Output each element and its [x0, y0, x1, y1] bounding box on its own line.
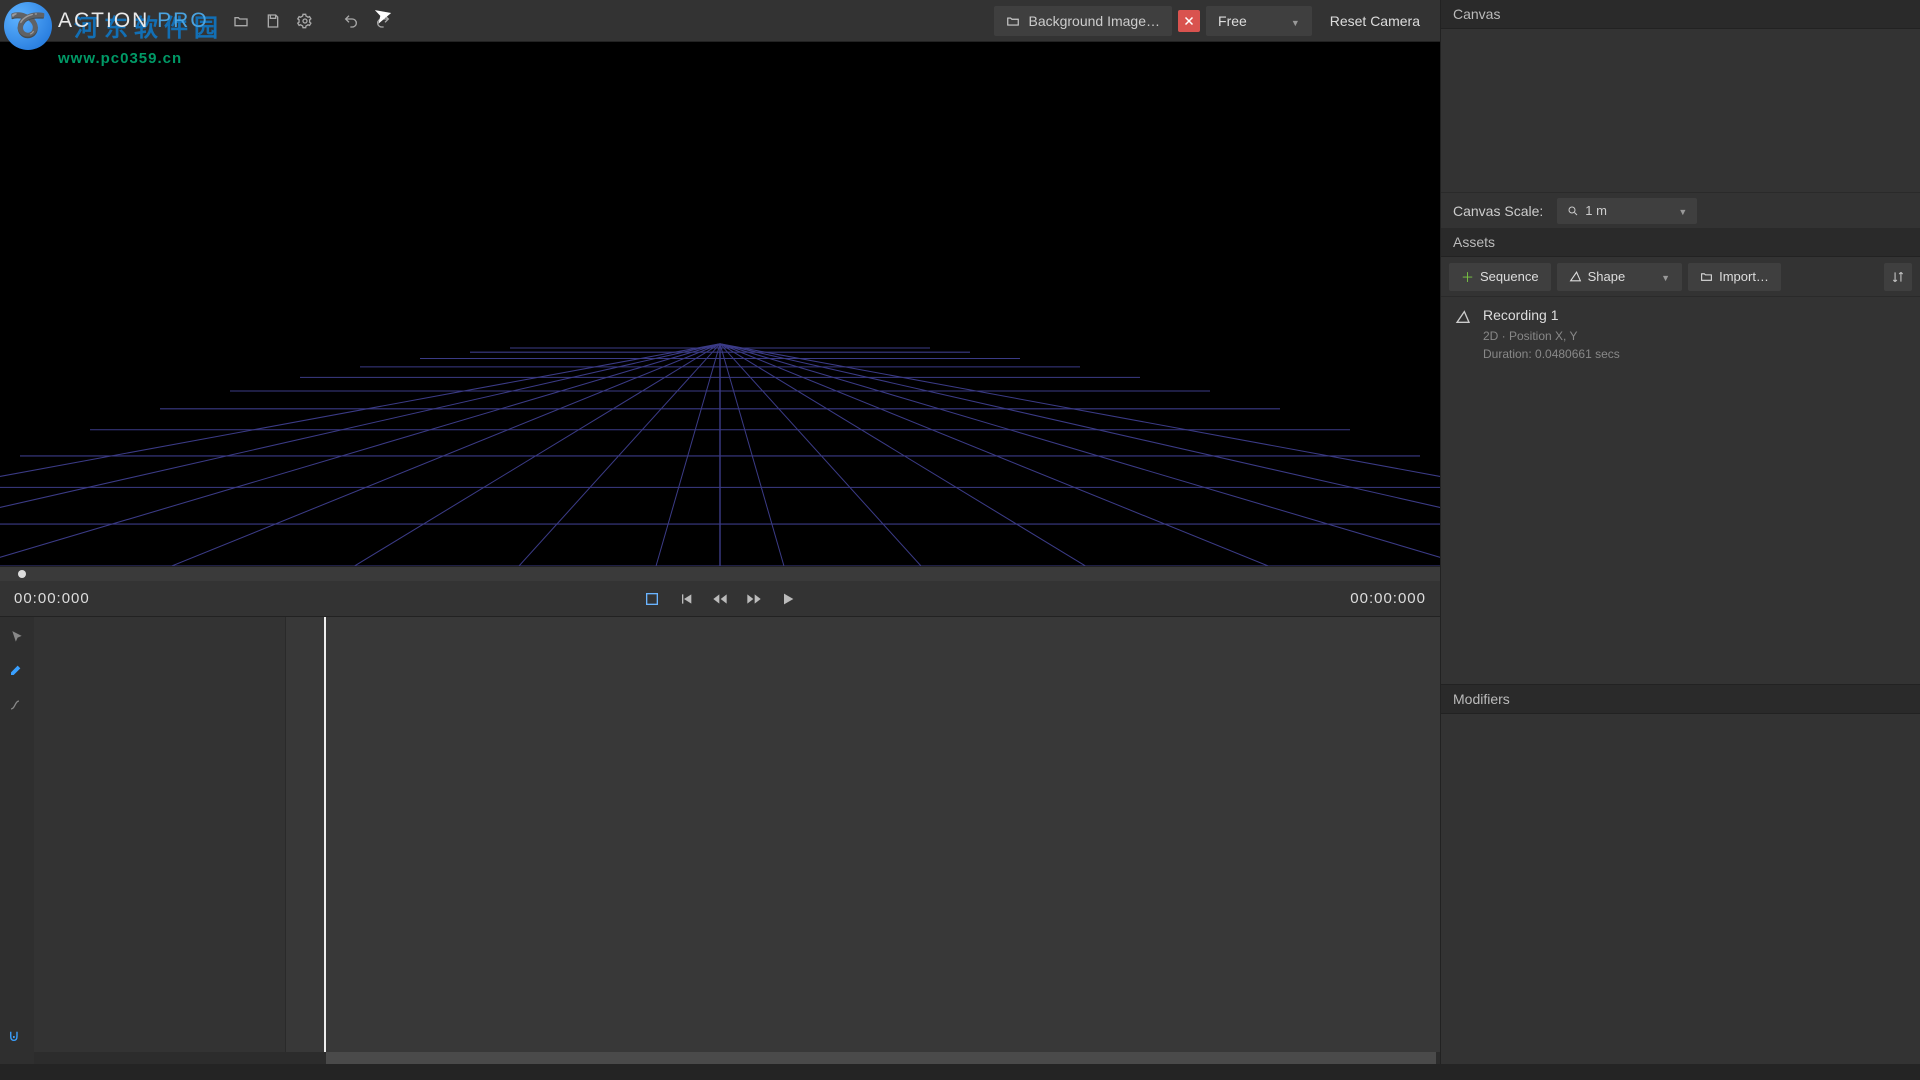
asset-name: Recording 1: [1483, 307, 1620, 323]
grid-floor-icon: [0, 42, 1440, 566]
search-icon: [1567, 205, 1579, 217]
timeline-body[interactable]: [34, 617, 1440, 1064]
recording-icon: [1455, 307, 1473, 363]
chevron-down-icon: [1657, 269, 1670, 284]
go-to-start-button[interactable]: [676, 589, 696, 609]
canvas-scale-dropdown[interactable]: 1 m: [1557, 198, 1697, 224]
chevron-down-icon: [1287, 13, 1300, 29]
modifiers-panel: Modifiers: [1441, 684, 1920, 1064]
open-button[interactable]: [227, 7, 255, 35]
canvas-panel: Canvas Canvas Scale: 1 m: [1441, 0, 1920, 228]
logo-badge-icon: ➰: [4, 2, 52, 50]
app-name: ACTION: [58, 9, 149, 32]
close-icon: [1183, 15, 1195, 27]
timeline-playhead[interactable]: [324, 617, 326, 1052]
asset-detail-2: Duration: 0.0480661 secs: [1483, 345, 1620, 363]
sort-icon: [1891, 270, 1905, 284]
timecode-left: 00:00:000: [14, 590, 90, 607]
canvas-panel-title: Canvas: [1441, 0, 1920, 29]
asset-list: Recording 1 2D · Position X, Y Duration:…: [1441, 297, 1920, 684]
chevron-down-icon: [1674, 203, 1687, 218]
timeline-tools: ⊍: [0, 617, 34, 1064]
modifiers-panel-title: Modifiers: [1441, 685, 1920, 714]
snap-toggle[interactable]: ⊍: [8, 1026, 20, 1046]
import-button[interactable]: Import…: [1688, 263, 1781, 291]
top-toolbar: ➰ ACTION PRO 河东软件园 www.pc0359.cn: [0, 0, 1440, 42]
assets-panel-title: Assets: [1441, 228, 1920, 257]
select-tool[interactable]: [7, 627, 27, 647]
background-image-label: Background Image…: [1028, 13, 1160, 29]
right-sidebar: Canvas Canvas Scale: 1 m Assets ＋ Sequen…: [1440, 0, 1920, 1064]
play-button[interactable]: [778, 589, 798, 609]
shape-label: Shape: [1588, 269, 1626, 284]
assets-panel: Assets ＋ Sequence Shape Import…: [1441, 228, 1920, 684]
asset-item[interactable]: Recording 1 2D · Position X, Y Duration:…: [1441, 303, 1920, 371]
curve-tool[interactable]: [7, 695, 27, 715]
timeline-panel: ⊍: [0, 616, 1440, 1064]
background-image-button[interactable]: Background Image…: [994, 6, 1172, 36]
canvas-scale-label: Canvas Scale:: [1453, 203, 1543, 219]
app-suffix: PRO: [149, 9, 208, 32]
folder-icon: [1006, 14, 1020, 28]
undo-button[interactable]: [337, 7, 365, 35]
scrub-track[interactable]: [0, 567, 1440, 581]
canvas-scale-row: Canvas Scale: 1 m: [1441, 192, 1920, 228]
sort-assets-button[interactable]: [1884, 263, 1912, 291]
app-title: ACTION PRO: [58, 9, 209, 33]
add-shape-dropdown[interactable]: Shape: [1557, 263, 1683, 291]
camera-mode-dropdown[interactable]: Free: [1206, 6, 1312, 36]
timeline-scrollbar[interactable]: [34, 1052, 1440, 1064]
canvas-panel-body: [1441, 29, 1920, 192]
timeline-scroll-thumb[interactable]: [326, 1052, 1436, 1064]
reset-camera-button[interactable]: Reset Camera: [1318, 6, 1432, 36]
app-logo: ➰ ACTION PRO: [8, 0, 209, 50]
sequence-label: Sequence: [1480, 269, 1539, 284]
step-forward-button[interactable]: [744, 589, 764, 609]
viewport-3d[interactable]: [0, 42, 1440, 566]
timecode-right: 00:00:000: [1350, 590, 1426, 607]
bottom-strip: [0, 1064, 1920, 1080]
save-button[interactable]: [259, 7, 287, 35]
settings-button[interactable]: [291, 7, 319, 35]
assets-toolbar: ＋ Sequence Shape Import…: [1441, 257, 1920, 297]
watermark-url: www.pc0359.cn: [58, 50, 182, 67]
shape-icon: [1569, 270, 1582, 283]
remove-background-button[interactable]: [1178, 10, 1200, 32]
razor-tool[interactable]: [7, 661, 27, 681]
transport-bar: 00:00:000 00:00:000: [0, 566, 1440, 616]
step-back-button[interactable]: [710, 589, 730, 609]
asset-detail-1: 2D · Position X, Y: [1483, 327, 1620, 345]
camera-mode-value: Free: [1218, 13, 1247, 29]
canvas-scale-value: 1 m: [1585, 203, 1607, 218]
scrub-playhead[interactable]: [18, 570, 26, 578]
timeline-label-column: [34, 617, 286, 1064]
loop-button[interactable]: [642, 589, 662, 609]
folder-icon: [1700, 270, 1713, 283]
import-label: Import…: [1719, 269, 1769, 284]
add-sequence-button[interactable]: ＋ Sequence: [1449, 263, 1551, 291]
plus-icon: ＋: [1461, 267, 1474, 286]
